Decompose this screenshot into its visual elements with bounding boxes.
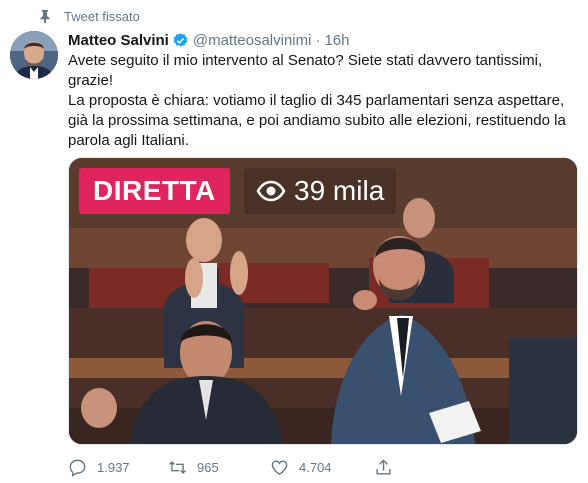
author-name[interactable]: Matteo Salvini: [68, 32, 169, 49]
video-player[interactable]: DIRETTA 39 mila: [68, 157, 578, 445]
reply-button[interactable]: 1.937: [68, 458, 168, 477]
reply-count: 1.937: [97, 459, 130, 475]
view-count-label: 39 mila: [294, 175, 385, 206]
author-handle[interactable]: @matteosalvinimi: [193, 32, 312, 49]
tweet-body: Avete seguito il mio intervento al Senat…: [68, 51, 568, 151]
like-count: 4.704: [299, 459, 332, 475]
tweet-paragraph-2: La proposta è chiara: votiamo il taglio …: [68, 92, 566, 149]
share-button[interactable]: [374, 458, 403, 477]
reply-icon: [69, 459, 86, 477]
pinned-label: Tweet fissato: [64, 8, 140, 24]
view-count: 39 mila: [244, 168, 397, 214]
share-icon: [376, 458, 391, 475]
retweet-icon: [169, 460, 186, 474]
pin-icon: [38, 9, 52, 23]
tweet-header: Matteo Salvini @matteosalvinimi · 16h: [68, 30, 349, 50]
eye-icon: [256, 180, 286, 202]
heart-icon: [271, 459, 288, 475]
like-button[interactable]: 4.704: [270, 458, 374, 477]
separator-dot: ·: [315, 31, 321, 49]
avatar[interactable]: [10, 31, 58, 79]
live-badge: DIRETTA: [79, 168, 230, 214]
verified-badge-icon: [172, 32, 189, 49]
retweet-button[interactable]: 965: [168, 458, 270, 477]
tweet-timestamp[interactable]: 16h: [324, 32, 349, 49]
retweet-count: 965: [197, 459, 219, 475]
tweet-actions: 1.937 965 4.704: [68, 456, 488, 478]
tweet-paragraph-1: Avete seguito il mio intervento al Senat…: [68, 52, 543, 89]
pinned-indicator: Tweet fissato: [38, 7, 140, 25]
